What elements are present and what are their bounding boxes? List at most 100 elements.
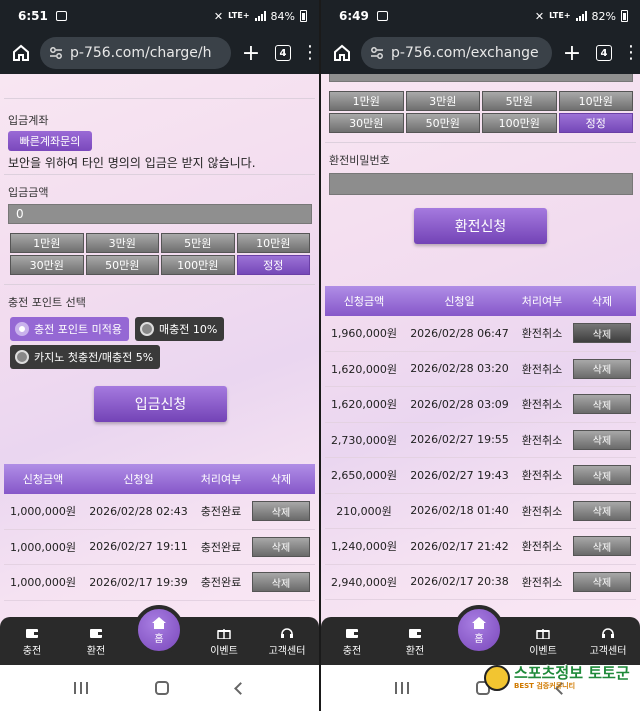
amount-button-30k[interactable]: 3만원 [405,91,480,111]
nav-charge[interactable]: 충전 [5,627,59,657]
row-status: 충전완료 [200,540,242,554]
deposit-amount-input[interactable]: 0 [8,204,312,224]
nav-label: 이벤트 [210,646,238,657]
amount-button-100k[interactable]: 10만원 [236,233,310,253]
recents-icon[interactable] [73,682,88,694]
row-amount: 1,960,000원 [330,327,398,341]
amount-button-30k[interactable]: 3만원 [85,233,159,253]
back-icon[interactable] [234,681,248,695]
delete-button[interactable]: 삭제 [573,500,631,521]
nav-support[interactable]: 고객센터 [260,627,314,657]
browser-home-icon[interactable] [8,40,34,66]
delete-button[interactable]: 삭제 [573,323,631,344]
headset-icon [602,628,614,638]
nav-label: 홈 [154,633,164,645]
point-option-label: 매충전 10% [159,323,218,336]
column-header: 신청금액 [22,473,64,486]
site-settings-icon[interactable] [369,45,385,61]
delete-button[interactable]: 삭제 [252,572,310,593]
watermark-title: 스포츠정보 토토군 [514,664,630,682]
table-row: 2,650,000원 2026/02/27 19:43 환전취소 삭제 [325,458,636,494]
point-option-casino-5[interactable]: 카지노 첫충전/매충전 5% [10,345,161,369]
table-row: 1,620,000원 2026/02/28 03:09 환전취소 삭제 [325,387,636,423]
amount-button-50k[interactable]: 5만원 [482,91,557,111]
row-status: 환전취소 [521,575,563,589]
delete-button[interactable]: 삭제 [573,571,631,592]
column-header: 신청금액 [343,295,385,308]
nav-event[interactable]: 이벤트 [516,627,570,657]
row-status: 환전취소 [521,504,563,518]
amount-button-500k[interactable]: 50만원 [405,113,480,133]
tab-switcher-icon[interactable]: 4 [275,45,291,61]
delete-button[interactable]: 삭제 [573,358,631,379]
signal-icon [575,11,587,21]
amount-button-1m[interactable]: 100만원 [482,113,557,133]
quick-account-inquiry-button[interactable]: 빠른계좌문의 [8,131,92,151]
network-label: LTE+ [549,11,571,20]
row-status: 환전취소 [521,362,563,376]
row-date: 2026/02/18 01:40 [410,504,509,518]
delete-button[interactable]: 삭제 [573,394,631,415]
delete-button[interactable]: 삭제 [573,536,631,557]
delete-button[interactable]: 삭제 [252,501,310,522]
reset-amount-button[interactable]: 정정 [236,255,310,275]
point-option-none[interactable]: 충전 포인트 미적용 [10,317,129,341]
tab-switcher-icon[interactable]: 4 [596,45,612,61]
nav-event[interactable]: 이벤트 [197,627,251,657]
new-tab-icon[interactable]: + [560,41,584,66]
table-row: 210,000원 2026/02/18 01:40 환전취소 삭제 [325,494,636,529]
nav-charge[interactable]: 충전 [325,627,379,657]
system-nav-bar [0,665,319,711]
nav-exchange[interactable]: 환전 [69,627,123,657]
row-status: 충전완료 [200,505,242,519]
system-home-icon[interactable] [154,681,169,695]
amount-button-50k[interactable]: 5만원 [161,233,235,253]
radio-unselected-icon [140,322,154,336]
delete-button[interactable]: 삭제 [573,465,631,486]
nav-support[interactable]: 고객센터 [581,627,635,657]
recents-icon[interactable] [394,682,409,694]
amount-button-300k[interactable]: 30만원 [329,113,404,133]
browser-home-icon[interactable] [329,40,355,66]
exchange-request-button[interactable]: 환전신청 [414,208,547,244]
row-date: 2026/02/27 19:43 [410,468,509,482]
divider [325,142,636,143]
site-settings-icon[interactable] [48,45,64,61]
point-option-label: 카지노 첫충전/매충전 5% [34,351,154,364]
browser-toolbar: p-756.com/exchange + 4 ⋮ [321,32,640,74]
deposit-request-button[interactable]: 입금신청 [94,386,227,422]
headset-icon [281,628,293,638]
reset-amount-button[interactable]: 정정 [558,113,633,133]
amount-button-1m[interactable]: 100만원 [161,255,235,275]
url-text: p-756.com/exchange [391,45,539,61]
amount-button-10k[interactable]: 1만원 [329,91,404,111]
amount-button-100k[interactable]: 10만원 [558,91,633,111]
nav-home[interactable]: 홈 [454,605,504,655]
exchange-icon [409,629,421,638]
exchange-icon [90,629,102,638]
exchange-amount-input[interactable] [329,74,633,82]
table-row: 1,240,000원 2026/02/17 21:42 환전취소 삭제 [325,529,636,565]
amount-button-grid: 1만원 3만원 5만원 10만원 30만원 50만원 100만원 정정 [329,91,633,133]
nav-exchange[interactable]: 환전 [388,627,442,657]
deposit-amount-label: 입금금액 [8,186,49,199]
more-menu-icon[interactable]: ⋮ [622,44,640,62]
amount-button-300k[interactable]: 30만원 [10,255,84,275]
more-menu-icon[interactable]: ⋮ [301,44,319,62]
amount-button-500k[interactable]: 50만원 [85,255,159,275]
delete-button[interactable]: 삭제 [252,536,310,557]
row-amount: 1,620,000원 [330,398,398,412]
row-status: 환전취소 [521,398,563,412]
delete-button[interactable]: 삭제 [573,429,631,450]
point-option-10[interactable]: 매충전 10% [135,317,225,341]
new-tab-icon[interactable]: + [239,41,263,66]
watermark-logo-icon [484,665,510,691]
amount-button-10k[interactable]: 1만원 [10,233,84,253]
row-date: 2026/02/27 19:55 [410,433,509,447]
row-status: 환전취소 [521,540,563,554]
column-header: 신청일 [123,473,154,486]
exchange-password-input[interactable] [329,173,633,195]
address-bar[interactable]: p-756.com/charge/h [40,37,231,69]
nav-home[interactable]: 홈 [134,605,184,655]
address-bar[interactable]: p-756.com/exchange [361,37,552,69]
